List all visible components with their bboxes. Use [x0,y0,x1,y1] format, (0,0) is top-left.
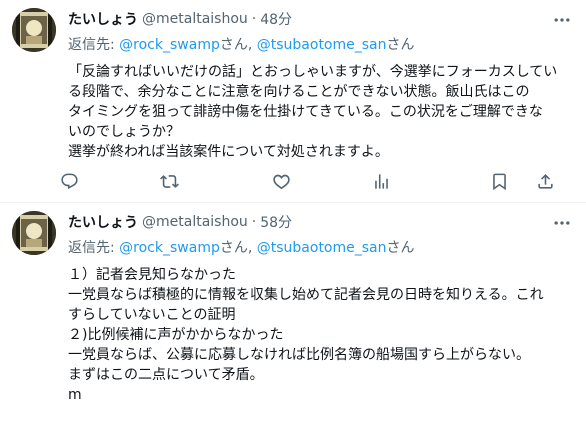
tweet-text-line: １）記者会見知らなかった [68,267,236,283]
tweet-text-line: 一党員ならば、公募に応募しなければ比例名簿の船場国すら上がらない。 [68,347,530,363]
tweet-text-line: まずはこの二点について矛盾。 [68,367,264,383]
reply-context: 返信先: @rock_swampさん, @tsubaotome_sanさん [68,237,570,257]
tweet-text: １）記者会見知らなかった 一党員ならば積極的に情報を収集し始めて記者会見の日時を… [68,265,570,405]
tweet-header: たいしょう @metaltaishou · 48分 [68,8,570,30]
avatar[interactable] [12,211,56,255]
reply-suffix: さん [386,37,415,53]
tweet-header: たいしょう @metaltaishou · 58分 [68,211,570,233]
separator-dot: · [251,11,257,27]
more-dots-icon[interactable] [552,10,572,30]
action-bar [60,172,572,192]
timestamp[interactable]: 58分 [260,212,292,232]
share-icon[interactable] [536,172,556,192]
author-handle[interactable]: @metaltaishou [142,214,248,230]
reply-prefix: 返信先: [68,37,120,53]
reply-suffix: さん [386,240,415,256]
tweet-text-line: 選挙が終われば当該案件について対処されますよ。 [68,144,389,160]
tweet[interactable]: たいしょう @metaltaishou · 48分 返信先: @rock_swa… [0,0,586,203]
reply-separator: さん, [219,240,257,256]
tweet-text-line: 一党員ならば積極的に情報を収集し始めて記者会見の日時を知りえる。これ [68,287,544,303]
reply-icon[interactable] [60,172,80,192]
author-name[interactable]: たいしょう [68,9,138,29]
views-icon[interactable] [372,172,392,192]
tweet-text-line: m [68,387,82,403]
mention-link[interactable]: @tsubaotome_san [257,37,387,53]
author-handle[interactable]: @metaltaishou [142,11,248,27]
separator-dot: · [251,214,257,230]
heart-icon[interactable] [272,172,292,192]
mention-link[interactable]: @rock_swamp [119,240,220,256]
retweet-icon[interactable] [160,172,180,192]
more-dots-icon[interactable] [552,213,572,233]
tweet-feed: たいしょう @metaltaishou · 48分 返信先: @rock_swa… [0,0,586,447]
timestamp[interactable]: 48分 [260,9,292,29]
reply-separator: さん, [219,37,257,53]
tweet-text-line: る段階で、余分なことに注意を向けることができない状態。飯山氏はこの [68,84,530,100]
tweet-text-line: 「反論すればいいだけの話」とおっしゃいますが、今選挙にフォーカスしてい [68,64,558,80]
tweet-text: 「反論すればいいだけの話」とおっしゃいますが、今選挙にフォーカスしてい る段階で… [68,62,570,162]
bookmark-icon[interactable] [490,172,510,192]
tweet-text-line: ２)比例候補に声がかからなかった [68,327,284,343]
tweet[interactable]: たいしょう @metaltaishou · 58分 返信先: @rock_swa… [0,203,586,447]
tweet-text-line: タイミングを狙って誹謗中傷を仕掛けてきている。この状況をご理解できな [68,104,543,120]
author-name[interactable]: たいしょう [68,212,138,232]
reply-context: 返信先: @rock_swampさん, @tsubaotome_sanさん [68,34,570,54]
reply-prefix: 返信先: [68,240,120,256]
mention-link[interactable]: @tsubaotome_san [257,240,387,256]
avatar[interactable] [12,8,56,52]
mention-link[interactable]: @rock_swamp [119,37,220,53]
tweet-text-line: いのでしょうか？ [68,124,180,140]
tweet-text-line: すらしていないことの証明 [68,307,236,323]
